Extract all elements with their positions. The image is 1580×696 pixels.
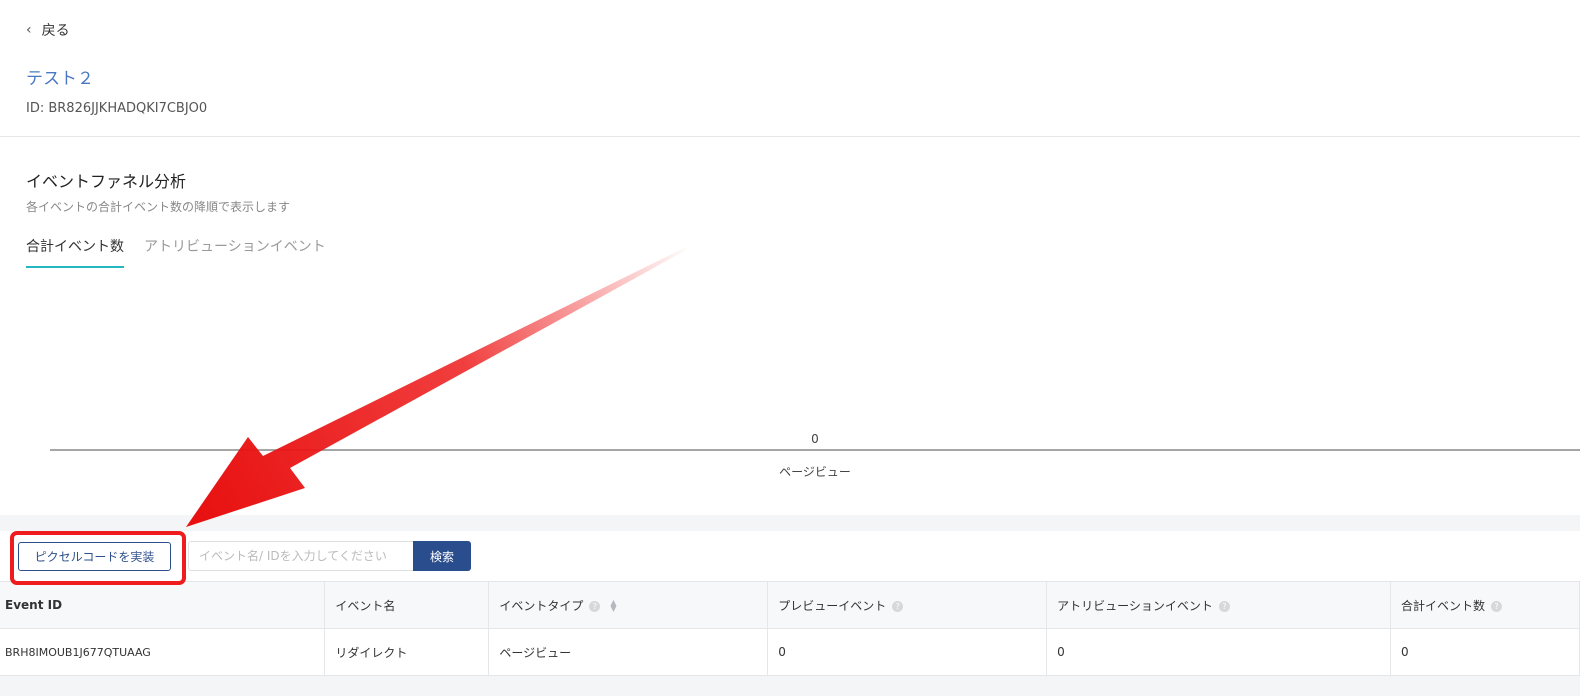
cell-attribution-events: 0 — [1046, 628, 1391, 676]
event-search-input[interactable] — [188, 541, 413, 571]
highlight-box — [10, 531, 186, 585]
col-header-event-name: イベント名 — [324, 581, 490, 629]
table-row[interactable]: BRH8IMOUB1J677QTUAAG リダイレクト ページビュー 0 0 0 — [0, 628, 1580, 676]
funnel-chart-svg: 0 ページビュー — [50, 432, 1580, 479]
page-id: ID: BR826JJKHADQKI7CBJO0 — [26, 101, 208, 116]
section-divider — [0, 515, 1580, 531]
back-label: 戻る — [41, 23, 70, 39]
col-header-total-events: 合計イベント数? — [1390, 581, 1580, 629]
search-button[interactable]: 検索 — [413, 541, 471, 571]
funnel-chart: 0 ページビュー — [0, 275, 1580, 515]
page-title: テスト２ — [26, 69, 94, 89]
col-header-preview-events: プレビューイベント? — [767, 581, 1048, 629]
tab-total-events[interactable]: 合計イベント数 — [26, 236, 124, 268]
cell-event-id: BRH8IMOUB1J677QTUAAG — [0, 628, 326, 676]
help-icon[interactable]: ? — [1218, 600, 1230, 612]
col-header-event-type[interactable]: イベントタイプ? ▲ ▼ — [488, 581, 769, 629]
sort-icon[interactable]: ▲ ▼ — [610, 599, 616, 613]
cell-event-type: ページビュー — [488, 628, 769, 676]
cell-event-name: リダイレクト — [324, 628, 490, 676]
table-toolbar: ピクセルコードを実装 検索 — [0, 531, 1580, 581]
col-header-event-id: Event ID — [0, 581, 326, 629]
back-link[interactable]: ‹ 戻る — [26, 20, 70, 40]
help-icon[interactable]: ? — [589, 600, 601, 612]
col-header-attribution-events: アトリビューションイベント? — [1046, 581, 1391, 629]
table-header-row: Event ID イベント名 イベントタイプ? ▲ ▼ プレビューイベント? アトリ… — [0, 581, 1580, 629]
chart-tick-label: ページビュー — [779, 465, 851, 479]
cell-total-events: 0 — [1390, 628, 1580, 676]
events-table: Event ID イベント名 イベントタイプ? ▲ ▼ プレビューイベント? アトリ… — [0, 581, 1580, 676]
page-header: ‹ 戻る テスト２ ID: BR826JJKHADQKI7CBJO0 — [0, 0, 1580, 137]
chart-data-label: 0 — [811, 432, 819, 446]
chevron-left-icon: ‹ — [26, 22, 32, 38]
cell-preview-events: 0 — [767, 628, 1048, 676]
funnel-tabs: 合計イベント数 アトリビューションイベント — [26, 236, 326, 268]
bottom-divider — [0, 676, 1580, 696]
funnel-title: イベントファネル分析 — [26, 172, 187, 191]
help-icon[interactable]: ? — [892, 600, 904, 612]
help-icon[interactable]: ? — [1491, 600, 1503, 612]
tab-attribution-events[interactable]: アトリビューションイベント — [144, 236, 326, 268]
funnel-subtitle: 各イベントの合計イベント数の降順で表示します — [26, 200, 291, 214]
